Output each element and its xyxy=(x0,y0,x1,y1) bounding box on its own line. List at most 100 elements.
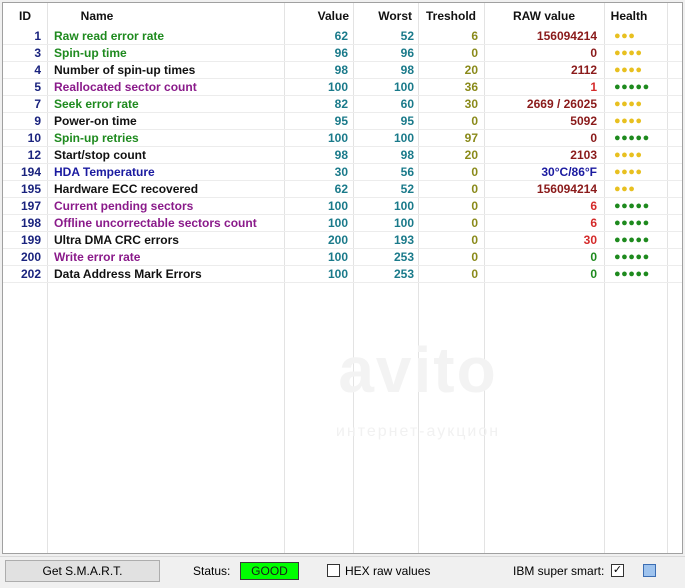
row-worst: 253 xyxy=(393,250,414,264)
row-id: 200 xyxy=(20,250,41,264)
table-row[interactable]: 7 Seek error rate 82 60 30 2669 / 26025 ●●●● xyxy=(3,96,682,113)
header-threshold[interactable]: Treshold xyxy=(418,3,484,27)
row-health-dots: ●●●● xyxy=(614,98,643,110)
row-attribute-name: Hardware ECC recovered xyxy=(54,182,199,196)
row-value: 200 xyxy=(327,233,348,247)
row-health-dots: ●●●●● xyxy=(614,234,650,246)
header-raw-value[interactable]: RAW value xyxy=(484,3,604,27)
row-threshold: 0 xyxy=(471,216,478,230)
table-row[interactable]: 197 Current pending sectors 100 100 0 6 ●●●●● xyxy=(3,198,682,215)
row-health-dots: ●●●● xyxy=(614,115,643,127)
status-label: Status: xyxy=(193,564,231,578)
table-row[interactable]: 194 HDA Temperature 30 56 0 30°C/86°F ●●●● xyxy=(3,164,682,181)
table-row[interactable]: 4 Number of spin-up times 98 98 20 2112 ●●●● xyxy=(3,62,682,79)
row-id: 197 xyxy=(20,199,41,213)
header-id[interactable]: ID xyxy=(3,3,47,27)
row-raw-value: 0 xyxy=(590,46,597,60)
table-row[interactable]: 202 Data Address Mark Errors 100 253 0 0 ●●●●● xyxy=(3,266,682,283)
row-id: 5 xyxy=(34,80,41,94)
row-value: 100 xyxy=(327,199,348,213)
smart-attributes-table: avito интернет-аукцион ID Name Value Wor… xyxy=(2,2,683,554)
row-worst: 100 xyxy=(393,80,414,94)
row-raw-value: 156094214 xyxy=(536,29,597,43)
row-health-dots: ●●●●● xyxy=(614,132,650,144)
row-attribute-name: Spin-up time xyxy=(54,46,127,60)
row-worst: 60 xyxy=(400,97,414,111)
row-attribute-name: Raw read error rate xyxy=(54,29,165,43)
row-threshold: 0 xyxy=(471,165,478,179)
status-badge: GOOD xyxy=(240,562,299,580)
row-attribute-name: HDA Temperature xyxy=(54,165,155,179)
row-threshold: 97 xyxy=(464,131,478,145)
table-row[interactable]: 199 Ultra DMA CRC errors 200 193 0 30 ●●●●● xyxy=(3,232,682,249)
row-value: 98 xyxy=(334,148,348,162)
row-value: 100 xyxy=(327,131,348,145)
watermark-logo: avito xyxy=(338,334,498,406)
row-id: 4 xyxy=(34,63,41,77)
row-threshold: 0 xyxy=(471,114,478,128)
row-attribute-name: Start/stop count xyxy=(54,148,146,162)
row-threshold: 0 xyxy=(471,250,478,264)
row-attribute-name: Power-on time xyxy=(54,114,137,128)
table-header: ID Name Value Worst Treshold RAW value H… xyxy=(3,3,682,27)
row-id: 1 xyxy=(34,29,41,43)
row-gridline xyxy=(3,282,682,283)
header-worst[interactable]: Worst xyxy=(353,3,418,27)
table-row[interactable]: 10 Spin-up retries 100 100 97 0 ●●●●● xyxy=(3,130,682,147)
row-id: 195 xyxy=(20,182,41,196)
row-health-dots: ●●●●● xyxy=(614,268,650,280)
status-bar: Get S.M.A.R.T. Status: GOOD HEX raw valu… xyxy=(0,556,685,588)
row-health-dots: ●●●● xyxy=(614,47,643,59)
row-raw-value: 6 xyxy=(590,199,597,213)
watermark-text: интернет-аукцион xyxy=(335,423,501,440)
ibm-super-smart-checkbox[interactable]: ✓ xyxy=(611,564,624,577)
row-health-dots: ●●●● xyxy=(614,64,643,76)
row-worst: 253 xyxy=(393,267,414,281)
row-value: 82 xyxy=(334,97,348,111)
row-raw-value: 0 xyxy=(590,131,597,145)
table-row[interactable]: 12 Start/stop count 98 98 20 2103 ●●●● xyxy=(3,147,682,164)
row-health-dots: ●●●● xyxy=(614,166,643,178)
table-row[interactable]: 1 Raw read error rate 62 52 6 156094214 ●●● xyxy=(3,28,682,45)
row-value: 100 xyxy=(327,216,348,230)
row-attribute-name: Number of spin-up times xyxy=(54,63,196,77)
row-threshold: 0 xyxy=(471,267,478,281)
row-id: 9 xyxy=(34,114,41,128)
row-attribute-name: Seek error rate xyxy=(54,97,139,111)
header-health[interactable]: Health xyxy=(604,3,654,27)
row-value: 98 xyxy=(334,63,348,77)
row-health-dots: ●●●●● xyxy=(614,251,650,263)
row-attribute-name: Data Address Mark Errors xyxy=(54,267,202,281)
table-row[interactable]: 195 Hardware ECC recovered 62 52 0 156094214 ●… xyxy=(3,181,682,198)
table-row[interactable]: 198 Offline uncorrectable sectors count 10… xyxy=(3,215,682,232)
table-row[interactable]: 9 Power-on time 95 95 0 5092 ●●●● xyxy=(3,113,682,130)
table-row[interactable]: 5 Reallocated sector count 100 100 36 1 ●●●●● xyxy=(3,79,682,96)
hex-raw-values-label[interactable]: HEX raw values xyxy=(345,560,430,582)
status-bar-separator xyxy=(0,556,685,557)
row-id: 10 xyxy=(27,131,41,145)
header-name[interactable]: Name xyxy=(47,3,147,27)
row-attribute-name: Reallocated sector count xyxy=(54,80,197,94)
row-health-dots: ●●● xyxy=(614,30,636,42)
row-id: 194 xyxy=(20,165,41,179)
row-id: 202 xyxy=(20,267,41,281)
row-worst: 56 xyxy=(400,165,414,179)
ibm-super-smart-label[interactable]: IBM super smart: xyxy=(513,560,604,582)
header-value[interactable]: Value xyxy=(284,3,353,27)
row-raw-value: 30°C/86°F xyxy=(541,165,597,179)
row-id: 12 xyxy=(27,148,41,162)
row-worst: 100 xyxy=(393,216,414,230)
row-id: 3 xyxy=(34,46,41,60)
row-raw-value: 5092 xyxy=(570,114,597,128)
get-smart-button[interactable]: Get S.M.A.R.T. xyxy=(5,560,160,582)
row-health-dots: ●●● xyxy=(614,183,636,195)
hex-raw-values-checkbox[interactable] xyxy=(327,564,340,577)
row-value: 30 xyxy=(334,165,348,179)
color-indicator-icon[interactable] xyxy=(643,564,656,577)
table-row[interactable]: 3 Spin-up time 96 96 0 0 ●●●● xyxy=(3,45,682,62)
row-worst: 52 xyxy=(400,29,414,43)
row-health-dots: ●●●● xyxy=(614,149,643,161)
row-threshold: 30 xyxy=(464,97,478,111)
row-attribute-name: Offline uncorrectable sectors count xyxy=(54,216,257,230)
table-row[interactable]: 200 Write error rate 100 253 0 0 ●●●●● xyxy=(3,249,682,266)
